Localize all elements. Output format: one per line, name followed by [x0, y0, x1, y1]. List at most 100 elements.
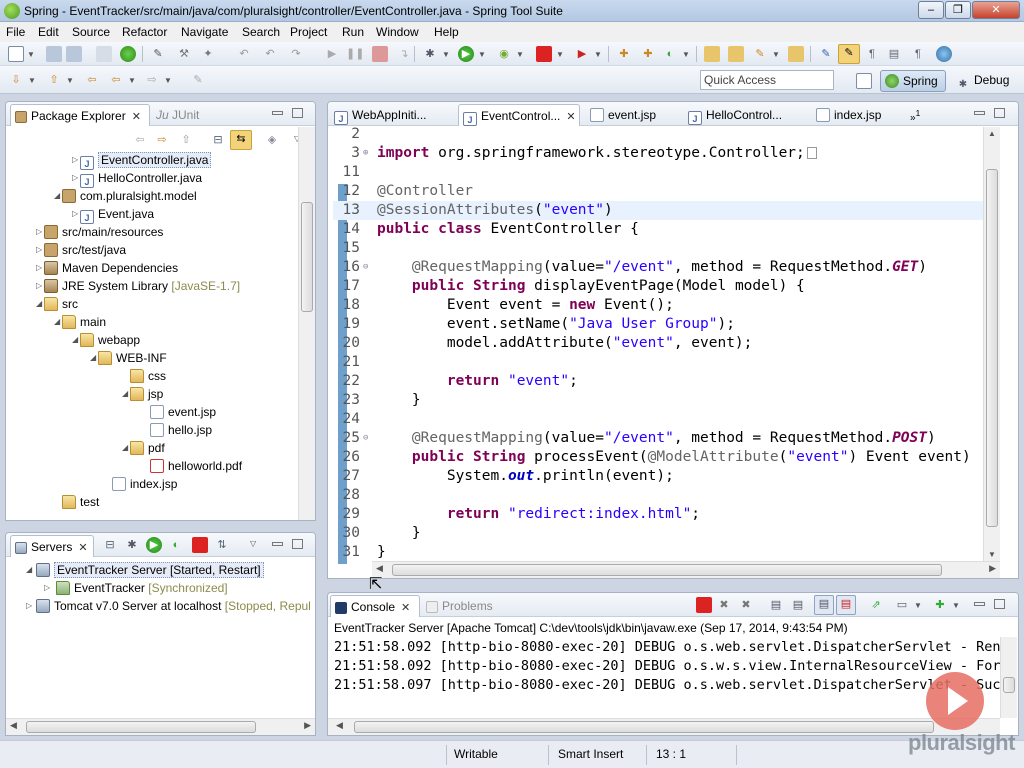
- perspective-spring-button[interactable]: Spring: [880, 70, 946, 92]
- code-line[interactable]: 25 ⊖ @RequestMapping(value="/event", meth…: [333, 429, 1000, 448]
- chevron-right-icon[interactable]: ▷: [72, 169, 78, 187]
- chevron-down-icon[interactable]: ▼: [27, 50, 35, 59]
- perspective-debug-button[interactable]: ✱ Debug: [952, 70, 1018, 92]
- scroll-left-icon[interactable]: ◀: [336, 720, 343, 731]
- minimize-icon[interactable]: [272, 542, 283, 546]
- list-item[interactable]: ◢ WEB-INF: [90, 349, 167, 367]
- list-item[interactable]: ▷ HelloController.java: [72, 169, 202, 188]
- chevron-down-icon[interactable]: ◢: [122, 439, 128, 457]
- minimize-icon[interactable]: [974, 111, 985, 115]
- list-item[interactable]: ◢ pdf: [122, 439, 165, 457]
- list-item[interactable]: ◢ com.pluralsight.model: [54, 187, 197, 205]
- open-type-icon[interactable]: [704, 46, 720, 62]
- chevron-down-icon[interactable]: ◢: [54, 313, 60, 331]
- list-item[interactable]: ▷ EventController.java: [72, 151, 212, 170]
- new-icon[interactable]: [8, 46, 24, 62]
- explorer-scrollbar[interactable]: [298, 127, 315, 520]
- profile-server-icon[interactable]: ◐: [168, 537, 184, 553]
- chevron-down-icon[interactable]: ◢: [72, 331, 78, 349]
- terminate-icon[interactable]: [372, 46, 388, 62]
- start-server-icon[interactable]: ▶: [146, 537, 162, 553]
- scrollbar-thumb[interactable]: [392, 564, 942, 576]
- resume-icon[interactable]: ▶: [324, 46, 340, 62]
- maximize-icon[interactable]: [994, 108, 1005, 118]
- coverage-icon[interactable]: ◉: [496, 46, 512, 62]
- code-line[interactable]: 20 model.addAttribute("event", event);: [333, 334, 1000, 353]
- tab-package-explorer[interactable]: Package Explorer ✕: [10, 104, 150, 126]
- open-perspective-icon[interactable]: [856, 73, 872, 89]
- list-item[interactable]: ◢ jsp: [122, 385, 163, 403]
- list-item[interactable]: hello.jsp: [150, 421, 212, 439]
- tab-event-jsp[interactable]: event.jsp: [586, 104, 676, 126]
- globe-icon[interactable]: [936, 46, 952, 62]
- scroll-up-icon[interactable]: ▲: [988, 129, 996, 138]
- chevron-right-icon[interactable]: ▷: [44, 579, 50, 597]
- chevron-down-icon[interactable]: ◢: [26, 561, 32, 579]
- chevron-right-icon[interactable]: ▷: [36, 241, 42, 259]
- list-item[interactable]: helloworld.pdf: [150, 457, 242, 475]
- close-icon[interactable]: ✕: [566, 111, 575, 123]
- maximize-icon[interactable]: [994, 599, 1005, 609]
- scrollbar-thumb[interactable]: [26, 721, 256, 733]
- scroll-lock-icon[interactable]: ▤: [790, 597, 806, 613]
- chevron-down-icon[interactable]: ◢: [54, 187, 60, 205]
- search-tool-icon[interactable]: ✎: [752, 46, 768, 62]
- code-editor[interactable]: 2 3 ⊕ import org.springframework.stereotype…: [333, 126, 1000, 564]
- tab-problems[interactable]: Problems: [422, 595, 502, 617]
- code-line[interactable]: 11: [333, 163, 1000, 182]
- publish-icon[interactable]: ⇅: [214, 537, 230, 553]
- last-edit-icon[interactable]: ⇦: [84, 72, 100, 88]
- view-menu-icon[interactable]: ▽: [250, 539, 256, 548]
- code-line[interactable]: 17 public String displayEventPage(Model …: [333, 277, 1000, 296]
- code-line[interactable]: 29 return "redirect:index.html";: [333, 505, 1000, 524]
- chevron-down-icon[interactable]: ◢: [36, 295, 42, 313]
- close-icon[interactable]: ✕: [132, 111, 141, 123]
- menu-file[interactable]: File: [6, 25, 25, 39]
- minimize-button[interactable]: –: [918, 1, 944, 19]
- open-folder-icon[interactable]: [788, 46, 804, 62]
- fold-collapse-icon[interactable]: ⊖: [363, 258, 368, 277]
- scroll-right-icon[interactable]: ▶: [989, 563, 996, 574]
- maximize-icon[interactable]: [292, 539, 303, 549]
- menu-search[interactable]: Search: [242, 25, 280, 39]
- highlight-toggle-icon[interactable]: ✎: [838, 44, 860, 64]
- tab-eventcontroller[interactable]: EventControl... ✕: [458, 104, 580, 126]
- collapse-all-icon[interactable]: ⊟: [210, 132, 226, 148]
- new-package-icon[interactable]: ✚: [640, 46, 656, 62]
- editor-vscrollbar[interactable]: ▲ ▼: [983, 127, 1000, 561]
- code-line[interactable]: 26 public String processEvent(@ModelAttr…: [333, 448, 1000, 467]
- back-edit-icon[interactable]: ↶: [236, 46, 252, 62]
- code-line[interactable]: 12 @Controller: [333, 182, 1000, 201]
- spring-dashboard-icon[interactable]: [120, 46, 136, 62]
- list-item[interactable]: ◢ main: [54, 313, 106, 331]
- run-icon[interactable]: ▶: [458, 46, 474, 62]
- fold-collapse-icon[interactable]: ⊖: [363, 429, 368, 448]
- code-line[interactable]: 23 }: [333, 391, 1000, 410]
- prev-annotation-icon[interactable]: ⇧: [46, 72, 62, 88]
- open-console-icon[interactable]: ✚: [932, 597, 948, 613]
- focus-icon[interactable]: ◈: [264, 132, 280, 148]
- code-line[interactable]: 30 }: [333, 524, 1000, 543]
- code-line[interactable]: 28: [333, 486, 1000, 505]
- collapse-all-icon[interactable]: ⊟: [102, 537, 118, 553]
- open-task-icon[interactable]: [728, 46, 744, 62]
- clear-console-icon[interactable]: ▤: [768, 597, 784, 613]
- pin-editor-icon[interactable]: ✎: [190, 72, 206, 88]
- quick-access-input[interactable]: Quick Access: [700, 70, 834, 90]
- pin-icon[interactable]: ✎: [150, 46, 166, 62]
- menu-help[interactable]: Help: [434, 25, 459, 39]
- scroll-left-icon[interactable]: ◀: [10, 720, 17, 731]
- chevron-right-icon[interactable]: ▷: [36, 277, 42, 295]
- menu-navigate[interactable]: Navigate: [181, 25, 228, 39]
- code-line[interactable]: 19 event.setName("Java User Group");: [333, 315, 1000, 334]
- list-item[interactable]: ▷ JRE System Library [JavaSE-1.7]: [36, 277, 240, 295]
- up-icon[interactable]: ⇧: [178, 132, 194, 148]
- save-icon[interactable]: [46, 46, 62, 62]
- code-line[interactable]: 22 return "event";: [333, 372, 1000, 391]
- menu-source[interactable]: Source: [72, 25, 110, 39]
- chevron-down-icon[interactable]: ◢: [122, 385, 128, 403]
- close-button[interactable]: ✕: [972, 1, 1020, 19]
- restore-button[interactable]: ❐: [945, 1, 971, 19]
- show-stdout-icon[interactable]: ▤: [814, 595, 834, 615]
- show-whitespace-icon[interactable]: ¶: [864, 46, 880, 62]
